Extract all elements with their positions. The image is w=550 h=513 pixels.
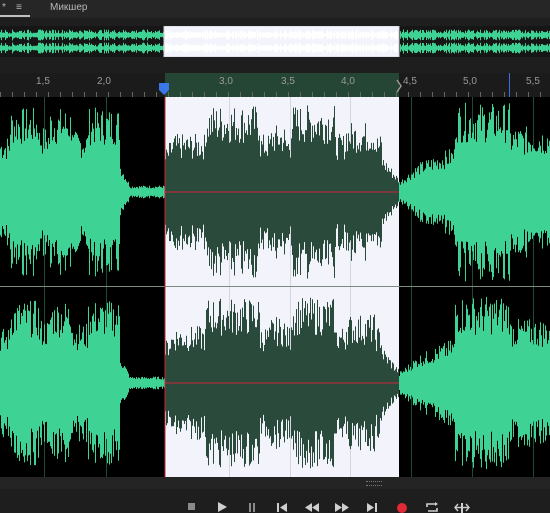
overview-waveform (0, 26, 550, 57)
rewind-icon (305, 503, 319, 512)
skip-selection-icon (454, 503, 470, 513)
waveform-display (0, 97, 550, 477)
selection-end-handle[interactable] (396, 78, 404, 96)
ruler-tick-label: 5,5 (526, 76, 540, 87)
loop-button[interactable] (422, 499, 442, 513)
pause-button[interactable] (242, 499, 262, 513)
modified-indicator: * (2, 2, 6, 13)
stop-icon (188, 503, 195, 510)
stop-button[interactable] (182, 499, 202, 513)
ruler-tick-label: 1,5 (36, 76, 50, 87)
play-button[interactable] (212, 499, 232, 513)
skip-selection-button[interactable] (452, 499, 472, 513)
go-to-start-icon (277, 503, 287, 512)
waveform-editor[interactable] (0, 97, 550, 477)
overview-strip[interactable] (0, 26, 550, 57)
play-icon (218, 502, 227, 512)
go-to-end-icon (367, 503, 377, 512)
horizontal-scrollbar[interactable] (0, 477, 550, 489)
rewind-button[interactable] (302, 499, 322, 513)
ruler-tick-label: 3,0 (219, 76, 233, 87)
selection-start-handle[interactable] (158, 82, 170, 96)
fast-forward-icon (335, 503, 349, 512)
go-to-start-button[interactable] (272, 499, 292, 513)
go-to-end-button[interactable] (362, 499, 382, 513)
ruler-tick-label: 4,5 (403, 76, 417, 87)
ruler-tick-label: 5,0 (463, 76, 477, 87)
ruler-tick-label: 3,5 (281, 76, 295, 87)
ruler-tick-label: 4,0 (341, 76, 355, 87)
panel-menu-icon[interactable]: ≡ (16, 2, 22, 13)
fast-forward-button[interactable] (332, 499, 352, 513)
loop-icon (426, 502, 438, 512)
record-icon (397, 503, 407, 513)
record-button[interactable] (392, 499, 412, 513)
scrollbar-grip[interactable] (366, 481, 382, 486)
pause-icon (249, 503, 255, 512)
tab-mixer[interactable]: Микшер (50, 2, 87, 13)
active-tab-indicator (0, 15, 30, 17)
ruler-tick-label: 2,0 (97, 76, 111, 87)
